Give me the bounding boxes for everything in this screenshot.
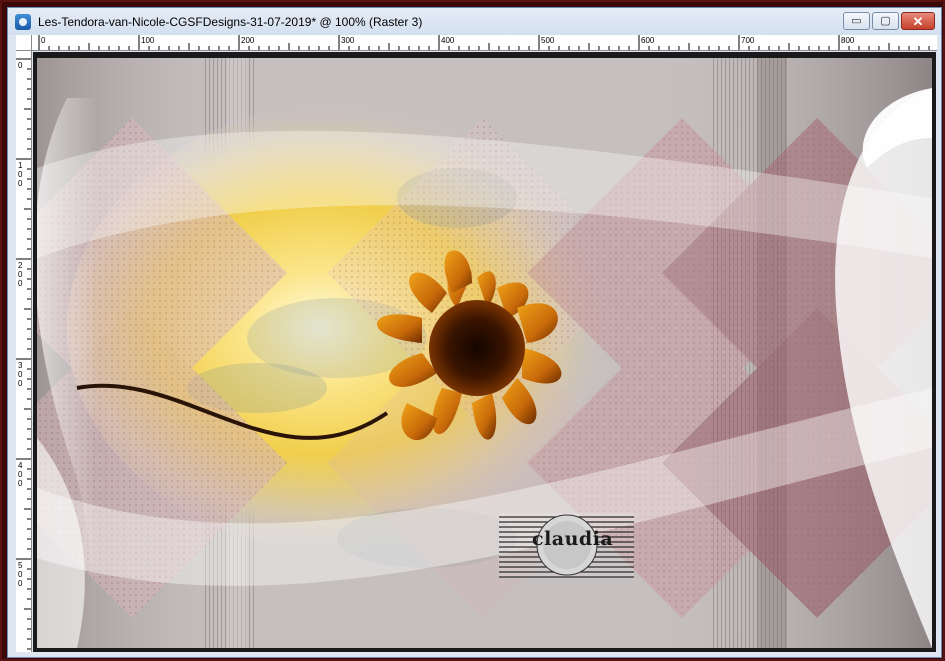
ruler-left-label: 0 [18, 61, 23, 70]
ruler-top-label: 300 [341, 36, 355, 45]
ruler-left-label: 0 [18, 470, 23, 479]
watermark-text: claudia [532, 528, 614, 550]
right-edge [937, 35, 941, 652]
outer-frame: Les-Tendora-van-Nicole-CGSFDesigns-31-07… [0, 0, 945, 661]
ruler-left-label: 0 [18, 279, 23, 288]
ruler-left-label: 5 [18, 561, 23, 570]
minimize-button[interactable]: ▭ [843, 12, 870, 30]
canvas-area[interactable]: claudia [33, 52, 936, 652]
ruler-left-label: 0 [18, 579, 23, 588]
app-icon [15, 13, 31, 30]
maximize-button[interactable]: ▢ [872, 12, 899, 30]
document-window: Les-Tendora-van-Nicole-CGSFDesigns-31-07… [7, 7, 942, 658]
ruler-top-label: 500 [541, 36, 555, 45]
ruler-left-label: 0 [18, 270, 23, 279]
canvas-artwork [37, 58, 932, 648]
ruler-top-label: 800 [841, 36, 855, 45]
ruler-left-label: 1 [18, 161, 23, 170]
vertical-ruler-ticks: 0100200300400500 [16, 58, 31, 650]
ruler-top-label: 400 [441, 36, 455, 45]
ruler-left-label: 0 [18, 479, 23, 488]
horizontal-ruler: 0 100 200 300 400 500 600 700 800 [16, 35, 937, 51]
ruler-left-label: 2 [18, 261, 23, 270]
ruler-top-label: 600 [641, 36, 655, 45]
ruler-left-label: 0 [18, 379, 23, 388]
ruler-left-label: 0 [18, 170, 23, 179]
window-controls: ▭ ▢ ✕ [843, 12, 935, 30]
ruler-left-label: 3 [18, 361, 23, 370]
ruler-left-label: 0 [18, 370, 23, 379]
ruler-top-label: 0 [41, 36, 46, 45]
ruler-corner [16, 35, 32, 51]
close-button[interactable]: ✕ [901, 12, 935, 30]
horizontal-ruler-ticks: 0 100 200 300 400 500 600 700 800 [38, 35, 930, 50]
ruler-left-label: 4 [18, 461, 23, 470]
window-title: Les-Tendora-van-Nicole-CGSFDesigns-31-07… [38, 14, 423, 29]
title-bar[interactable]: Les-Tendora-van-Nicole-CGSFDesigns-31-07… [8, 8, 941, 35]
vertical-ruler: 0100200300400500 [16, 51, 32, 652]
ruler-top-label: 700 [741, 36, 755, 45]
image-canvas[interactable]: claudia [37, 58, 932, 648]
ruler-left-label: 0 [18, 179, 23, 188]
ruler-left-label: 0 [18, 570, 23, 579]
ruler-top-label: 200 [241, 36, 255, 45]
ruler-top-label: 100 [141, 36, 155, 45]
